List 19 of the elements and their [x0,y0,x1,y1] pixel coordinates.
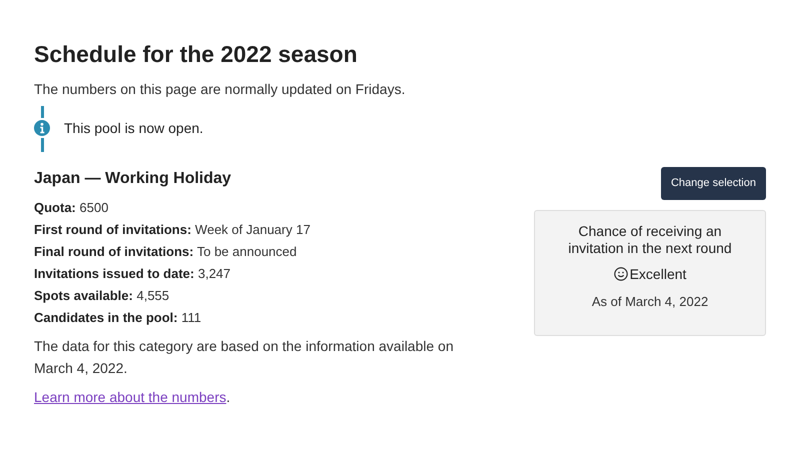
notice-text: This pool is now open. [64,119,204,138]
learn-more-link[interactable]: Learn more about the numbers [34,388,226,405]
intro-text: The numbers on this page are normally updated on Fridays. [34,80,406,99]
fact-text: Final round of invitations: To be announced [34,242,298,261]
smiley-icon [614,267,628,281]
data-note-text: The data for this category are based on the information available on March 4, 2022. [34,336,454,378]
fact-text: Quota: 6500 [34,198,110,217]
page-heading: Schedule for the 2022 season [34,40,358,69]
info-icon [34,120,50,136]
rating-text: Excellent [630,264,686,284]
category-title: Japan — Working Holiday [34,168,232,189]
fact-text: Candidates in the pool: 111 [34,308,202,327]
fact-text: Spots available: 4,555 [34,286,170,305]
chance-title: Chance of receiving an invitation in the next round [567,222,733,256]
fact-text: Invitations issued to date: 3,247 [34,264,232,283]
as-of-text: As of March 4, 2022 [592,292,708,310]
fact-text: First round of invitations: Week of January 17 [34,220,312,239]
period-text: . [226,388,230,405]
change-selection-button[interactable]: Change selection [660,167,766,200]
